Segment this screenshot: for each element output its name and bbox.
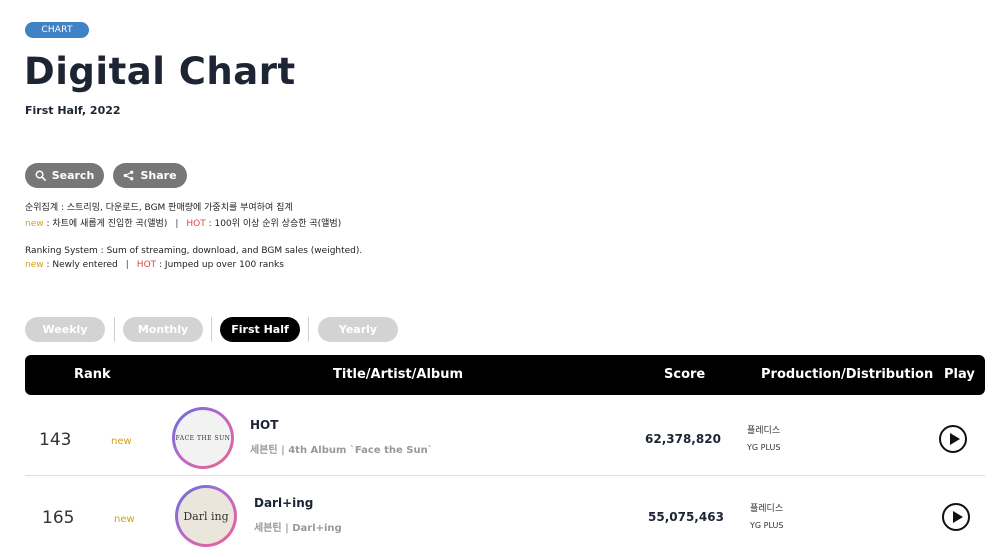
- legend-new-text: : 차트에 새롭게 진입한 곡(앨범): [43, 219, 168, 229]
- album-art-text: FACE THE SUN: [175, 434, 231, 442]
- chart-badge: CHART: [25, 22, 89, 38]
- legend-separator-en: |: [125, 260, 129, 270]
- description-kr-line2: new : 차트에 새롭게 진입한 곡(앨범) | HOT : 100위 이상 순위…: [25, 218, 341, 230]
- row-score: 55,075,463: [648, 510, 724, 524]
- album-art[interactable]: FACE THE SUN: [172, 407, 234, 469]
- description-en-line2: new : Newly entered | HOT : Jumped up over…: [25, 259, 284, 271]
- tab-first-half[interactable]: First Half: [220, 317, 300, 342]
- row-production: 플레디스: [750, 504, 784, 514]
- tab-weekly[interactable]: Weekly: [25, 317, 105, 342]
- search-button[interactable]: Search: [25, 163, 104, 188]
- table-row: 143 new FACE THE SUN HOT 세븐틴 | 4th Album…: [25, 400, 985, 478]
- tab-divider: [211, 317, 212, 342]
- tab-divider: [114, 317, 115, 342]
- album-art[interactable]: Darl ing: [175, 485, 237, 547]
- share-button-label: Share: [140, 169, 177, 182]
- row-status-new: new: [114, 514, 135, 525]
- legend-hot-key-en: HOT: [136, 260, 157, 270]
- column-score: Score: [664, 367, 706, 382]
- page-title: Digital Chart: [24, 50, 296, 93]
- tab-divider: [308, 317, 309, 342]
- share-button[interactable]: Share: [113, 163, 187, 188]
- legend-hot-key: HOT: [186, 219, 206, 229]
- page-subtitle: First Half, 2022: [25, 104, 121, 117]
- row-rank: 165: [42, 508, 75, 528]
- column-production: Production/Distribution: [761, 367, 934, 382]
- table-header: Rank Title/Artist/Album Score Production…: [25, 355, 985, 395]
- song-title[interactable]: Darl+ing: [254, 496, 313, 510]
- column-rank: Rank: [74, 367, 111, 382]
- legend-new-key: new: [25, 219, 44, 229]
- description-kr-line1: 순위집계 : 스트리밍, 다운로드, BGM 판매량에 가중치를 부여하여 집계: [25, 203, 293, 213]
- song-artist-album: 세븐틴 | 4th Album `Face the Sun`: [250, 445, 433, 456]
- row-distribution: YG PLUS: [747, 443, 781, 452]
- song-artist-album: 세븐틴 | Darl+ing: [254, 523, 342, 534]
- legend-hot-text: : 100위 이상 순위 상승한 곡(앨범): [205, 219, 342, 229]
- share-icon: [124, 170, 134, 181]
- row-status-new: new: [111, 436, 132, 447]
- album-art-text: Darl ing: [183, 509, 229, 523]
- play-icon[interactable]: [939, 425, 967, 453]
- song-title[interactable]: HOT: [250, 418, 278, 432]
- play-icon[interactable]: [942, 503, 970, 531]
- row-production: 플레디스: [747, 426, 781, 436]
- legend-new-text-en: : Newly entered: [43, 260, 118, 270]
- column-play: Play: [944, 367, 975, 382]
- description-en-line1: Ranking System : Sum of streaming, downl…: [25, 246, 363, 256]
- search-icon: [35, 170, 46, 181]
- row-distribution: YG PLUS: [750, 521, 784, 530]
- row-score: 62,378,820: [645, 432, 721, 446]
- table-row: 165 new Darl ing Darl+ing 세븐틴 | Darl+ing…: [25, 478, 985, 556]
- legend-hot-text-en: : Jumped up over 100 ranks: [156, 260, 284, 270]
- tab-monthly[interactable]: Monthly: [123, 317, 203, 342]
- tab-yearly[interactable]: Yearly: [318, 317, 398, 342]
- row-rank: 143: [39, 430, 72, 450]
- row-divider: [25, 475, 985, 476]
- column-title: Title/Artist/Album: [333, 367, 464, 382]
- search-button-label: Search: [51, 169, 95, 182]
- legend-separator: |: [175, 219, 179, 229]
- legend-new-key-en: new: [25, 260, 44, 270]
